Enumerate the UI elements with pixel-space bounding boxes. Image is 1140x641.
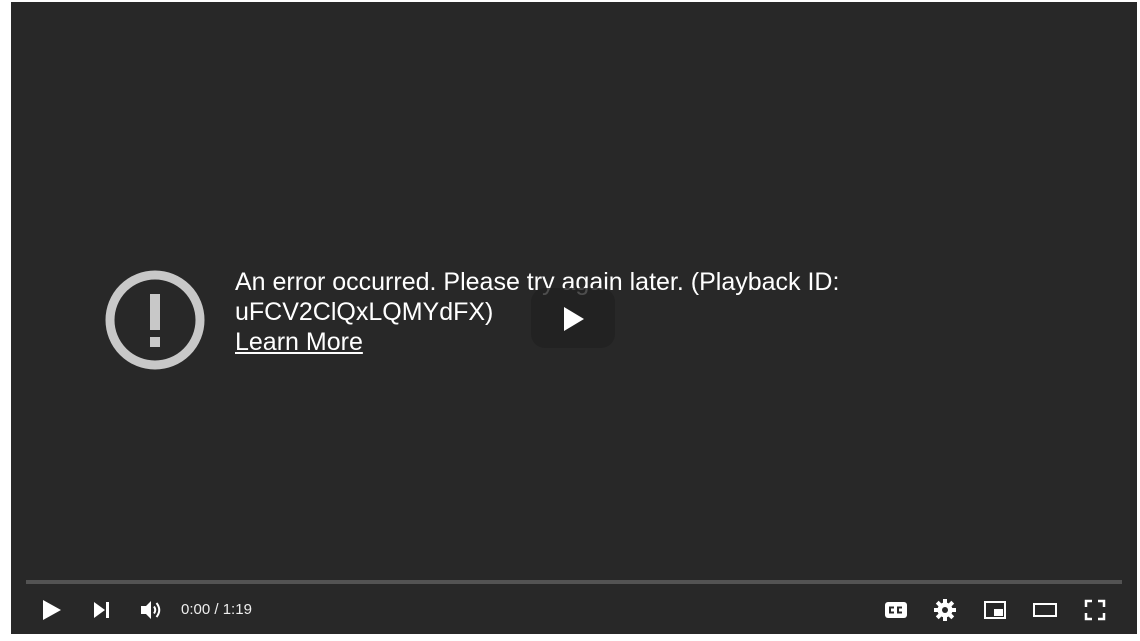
play-icon bbox=[43, 600, 61, 620]
fullscreen-button[interactable] bbox=[1075, 590, 1115, 630]
duration: 1:19 bbox=[222, 601, 252, 618]
settings-button[interactable] bbox=[925, 590, 965, 630]
time-display: 0:00 / 1:19 bbox=[181, 600, 252, 620]
mute-button[interactable] bbox=[131, 590, 171, 630]
volume-icon bbox=[141, 601, 161, 619]
next-button[interactable] bbox=[81, 590, 121, 630]
miniplayer-button[interactable] bbox=[975, 590, 1015, 630]
time-separator: / bbox=[210, 601, 223, 618]
exclamation-circle-icon bbox=[105, 270, 205, 370]
video-player[interactable]: An error occurred. Please try again late… bbox=[11, 2, 1137, 634]
error-message-panel: An error occurred. Please try again late… bbox=[105, 267, 865, 377]
play-button[interactable] bbox=[31, 590, 71, 630]
progress-bar[interactable] bbox=[26, 580, 1122, 584]
miniplayer-icon bbox=[984, 601, 1006, 619]
control-bar: 0:00 / 1:19 bbox=[11, 590, 1137, 630]
large-play-button[interactable] bbox=[531, 288, 615, 348]
gear-icon bbox=[934, 599, 956, 621]
current-time: 0:00 bbox=[181, 601, 211, 618]
theater-mode-button[interactable] bbox=[1025, 590, 1065, 630]
fullscreen-icon bbox=[1084, 599, 1106, 621]
theater-mode-icon bbox=[1033, 603, 1057, 617]
skip-next-icon bbox=[94, 602, 109, 618]
cc-icon bbox=[885, 602, 907, 618]
play-icon bbox=[564, 307, 584, 331]
learn-more-link[interactable]: Learn More bbox=[235, 327, 363, 357]
captions-button[interactable] bbox=[876, 590, 916, 630]
